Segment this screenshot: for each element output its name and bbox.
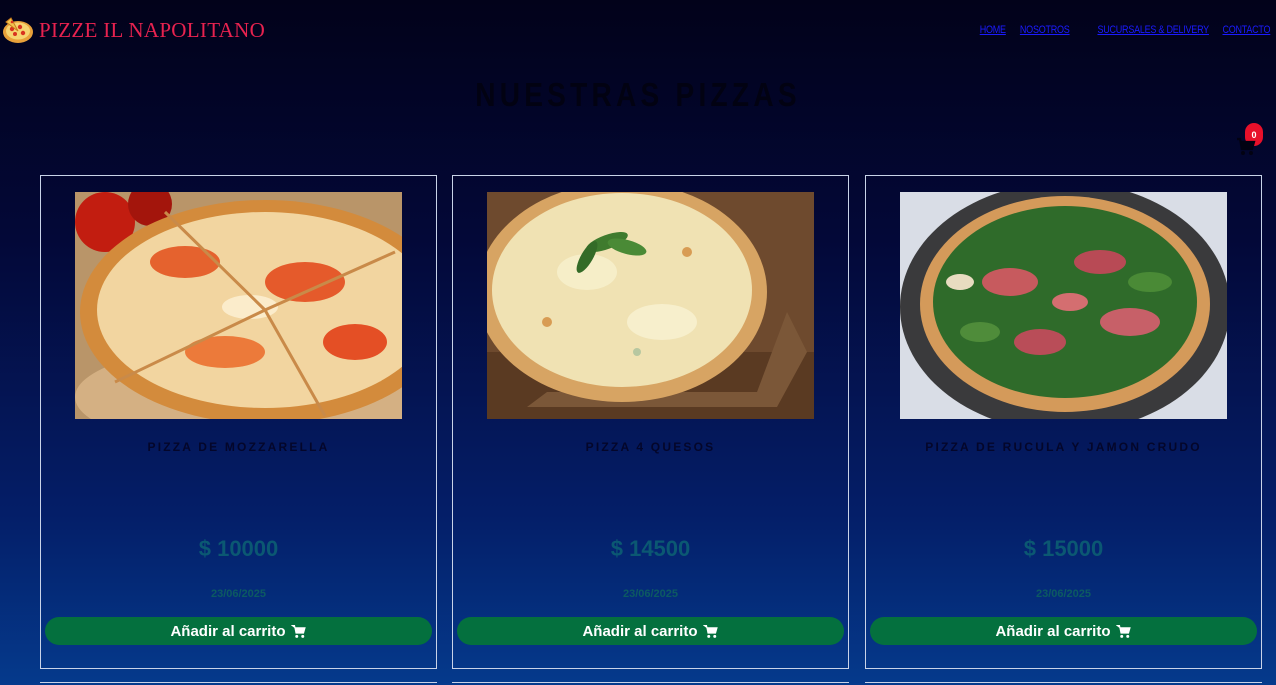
- product-date: 23/06/2025: [1035, 588, 1092, 600]
- add-to-cart-label: Añadir al carrito: [995, 622, 1111, 640]
- product-date: 23/06/2025: [622, 588, 679, 600]
- shopping-cart-icon[interactable]: [1236, 137, 1256, 157]
- product-card: PIZZA DE MOZZARELLA $ 10000 23/06/2025 A…: [40, 175, 437, 669]
- product-date: 23/06/2025: [210, 588, 267, 600]
- add-to-cart-button[interactable]: Añadir al carrito: [870, 617, 1257, 645]
- shopping-cart-icon: [702, 624, 718, 638]
- product-image-mozzarella: [75, 192, 402, 419]
- product-price: $ 15000: [1023, 536, 1104, 561]
- product-price: $ 10000: [198, 536, 279, 561]
- product-card: PIZZA DE RUCULA Y JAMON CRUDO $ 15000 23…: [865, 175, 1262, 669]
- product-image-4-quesos: [487, 192, 814, 419]
- product-name: PIZZA 4 QUESOS: [585, 440, 716, 454]
- nav-link-home[interactable]: HOME: [980, 24, 1006, 36]
- product-card: PIZZA 4 QUESOS $ 14500 23/06/2025 Añadir…: [452, 175, 849, 669]
- shopping-cart-icon: [290, 624, 306, 638]
- add-to-cart-label: Añadir al carrito: [170, 622, 286, 640]
- product-price: $ 14500: [610, 536, 691, 561]
- page-title: NUESTRAS PIZZAS: [475, 76, 801, 113]
- nav-link-sucursales[interactable]: SUCURSALES & DELIVERY: [1097, 24, 1209, 36]
- nav-link-nosotros[interactable]: NOSOTROS: [1020, 24, 1070, 36]
- pizza-icon: [3, 17, 33, 43]
- brand[interactable]: PIZZE IL NAPOLITANO: [2, 16, 265, 44]
- add-to-cart-label: Añadir al carrito: [582, 622, 698, 640]
- add-to-cart-button[interactable]: Añadir al carrito: [45, 617, 432, 645]
- navbar: PIZZE IL NAPOLITANO HOME NOSOTROS SUCURS…: [0, 0, 1276, 60]
- add-to-cart-button[interactable]: Añadir al carrito: [457, 617, 844, 645]
- shopping-cart-icon: [1115, 624, 1131, 638]
- product-image-rucula-jamon: [900, 192, 1227, 419]
- product-name: PIZZA DE RUCULA Y JAMON CRUDO: [925, 440, 1202, 454]
- nav-link-contacto[interactable]: CONTACTO: [1222, 24, 1270, 36]
- product-name: PIZZA DE MOZZARELLA: [147, 440, 330, 454]
- brand-name: PIZZE IL NAPOLITANO: [39, 17, 266, 42]
- nav-links: HOME NOSOTROS SUCURSALES & DELIVERY CONT…: [971, 24, 1270, 36]
